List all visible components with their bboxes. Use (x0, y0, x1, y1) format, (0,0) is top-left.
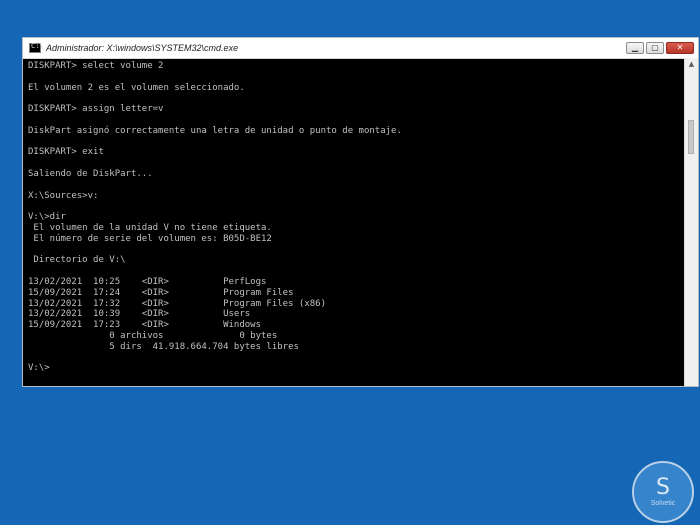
vertical-scrollbar[interactable]: ▲ (684, 58, 698, 386)
cmd-app-icon[interactable]: C:\ (29, 42, 44, 53)
console-line: 13/02/2021 17:32 <DIR> Program Files (x8… (28, 298, 327, 309)
console-line: 15/09/2021 17:24 <DIR> Program Files (28, 287, 294, 298)
window-controls: ▁ ▢ ✕ (626, 42, 694, 54)
window-titlebar[interactable]: C:\ Administrador: X:\windows\SYSTEM32\c… (23, 38, 698, 59)
cmd-app-icon-glyph: C:\ (31, 42, 44, 50)
console-output[interactable]: DISKPART> select volume 2 El volumen 2 es… (28, 61, 680, 386)
minimize-button[interactable]: ▁ (626, 42, 644, 54)
console-line: 5 dirs 41.918.664.704 bytes libres (28, 341, 299, 352)
console-line: El volumen 2 es el volumen seleccionado. (28, 82, 245, 93)
close-button[interactable]: ✕ (666, 42, 694, 54)
scroll-thumb[interactable] (688, 120, 694, 154)
console-line: DiskPart asignó correctamente una letra … (28, 125, 402, 136)
window-title: Administrador: X:\windows\SYSTEM32\cmd.e… (46, 43, 239, 53)
console-line: Saliendo de DiskPart... (28, 168, 153, 179)
scroll-up-arrow-icon[interactable]: ▲ (685, 60, 698, 68)
console-line: 15/09/2021 17:23 <DIR> Windows (28, 320, 261, 331)
console-line: X:\Sources>v: (28, 190, 99, 201)
console-line: V:\>dir (28, 212, 66, 223)
console-line: V:\> (28, 363, 50, 374)
cmd-window: C:\ Administrador: X:\windows\SYSTEM32\c… (22, 37, 699, 387)
logo-mark: S (656, 475, 670, 500)
maximize-button[interactable]: ▢ (646, 42, 664, 54)
logo-text: Solvetic (650, 500, 676, 507)
console-line: 0 archivos 0 bytes (28, 330, 278, 341)
console-line: DISKPART> select volume 2 (28, 61, 164, 71)
console-line: DISKPART> assign letter=v (28, 104, 164, 115)
console-line: 13/02/2021 10:39 <DIR> Users (28, 309, 251, 320)
console-line: 13/02/2021 10:25 <DIR> PerfLogs (28, 276, 267, 287)
solvetic-logo: S Solvetic (632, 461, 694, 523)
console-line: El número de serie del volumen es: B05D-… (28, 233, 272, 244)
console-line: DISKPART> exit (28, 147, 104, 158)
console-line: Directorio de V:\ (28, 255, 126, 266)
console-line: El volumen de la unidad V no tiene etiqu… (28, 222, 272, 233)
